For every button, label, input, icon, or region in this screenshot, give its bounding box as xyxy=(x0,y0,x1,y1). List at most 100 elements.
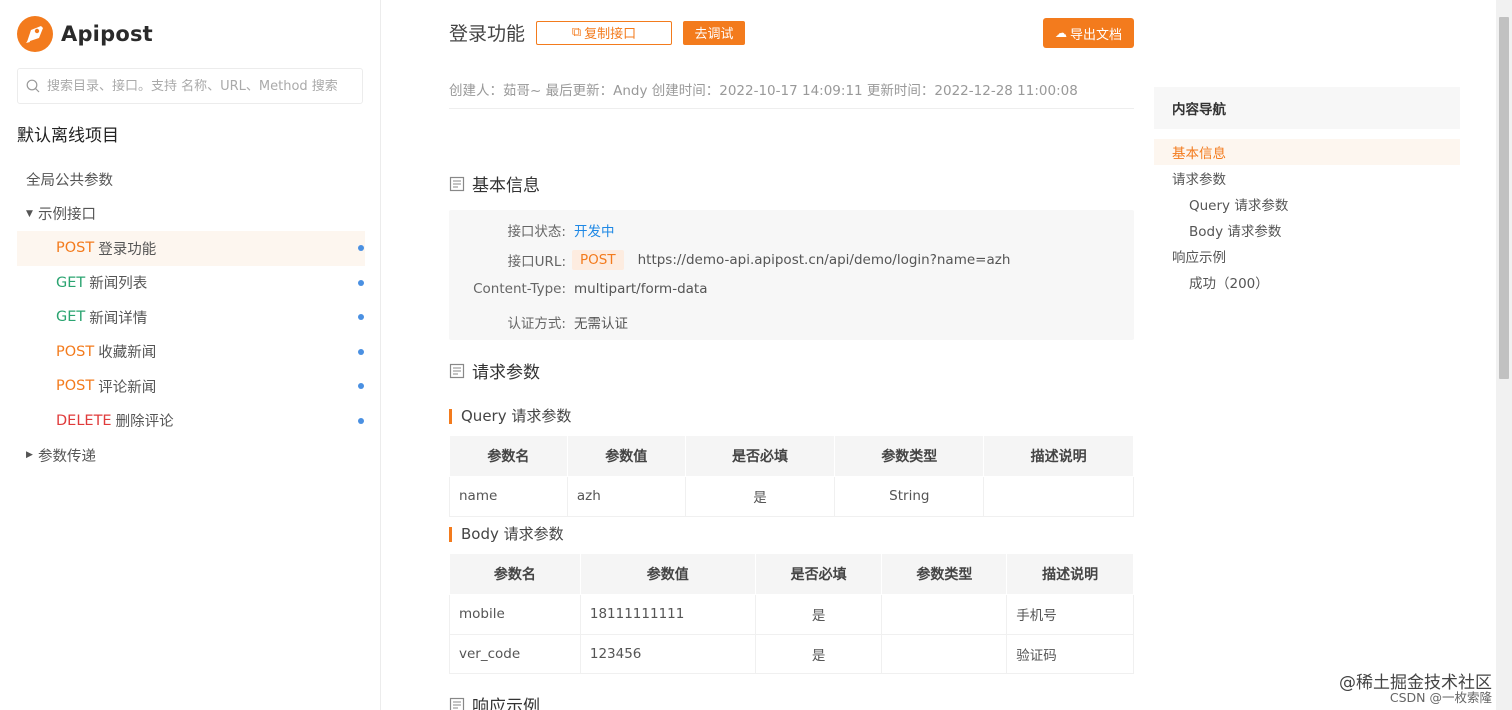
info-label: 认证方式: xyxy=(507,316,566,332)
section-request-heading: 请求参数 xyxy=(449,358,540,383)
tree-folder-examples[interactable]: ▼ 示例接口 xyxy=(17,197,365,232)
brand-name: Apipost xyxy=(61,22,153,46)
status-dot xyxy=(358,279,364,286)
info-row-url: 接口URL: POST https://demo-api.apipost.cn/… xyxy=(449,250,1134,270)
tree-item-global-params[interactable]: 全局公共参数 xyxy=(17,162,365,197)
tree-item-label: 全局公共参数 xyxy=(26,172,113,189)
caret-down-icon[interactable]: ▼ xyxy=(26,209,38,219)
endpoint-name: 评论新闻 xyxy=(98,379,157,396)
status-dot xyxy=(358,314,364,321)
tree-folder-label: 示例接口 xyxy=(38,207,96,224)
section-basic-heading: 基本信息 xyxy=(449,171,540,196)
method-label: DELETE xyxy=(56,412,112,429)
brand[interactable]: Apipost xyxy=(17,16,153,52)
param-desc: 验证码 xyxy=(1006,633,1134,674)
method-label: GET xyxy=(56,274,86,291)
param-value: azh xyxy=(566,476,686,517)
toc-item-basic-info[interactable]: 基本信息 xyxy=(1154,139,1460,165)
method-label: POST xyxy=(56,343,95,360)
toc-item-body-params[interactable]: Body 请求参数 xyxy=(1154,217,1460,243)
api-tree: 全局公共参数 ▼ 示例接口 POST 登录功能 GET 新闻列表 GET 新闻详… xyxy=(17,162,365,473)
debug-button[interactable]: 去调试 xyxy=(683,20,746,45)
column-header: 参数值 xyxy=(579,553,756,595)
method-label: POST xyxy=(56,240,95,257)
tree-item-delete-comment[interactable]: DELETE 删除评论 xyxy=(17,404,365,439)
info-row-status: 接口状态: 开发中 xyxy=(449,220,1134,240)
table-row: mobile 18111111111 是 手机号 xyxy=(449,594,1134,635)
tree-item-news-list[interactable]: GET 新闻列表 xyxy=(17,266,365,301)
column-header: 参数类型 xyxy=(834,435,985,477)
table-row: name azh 是 String xyxy=(449,476,1134,517)
tree-item-login[interactable]: POST 登录功能 xyxy=(17,231,365,266)
info-label: Content-Type: xyxy=(473,281,566,297)
url-value[interactable]: https://demo-api.apipost.cn/api/demo/log… xyxy=(638,252,1011,268)
content-type-value: multipart/form-data xyxy=(574,281,708,297)
column-header: 是否必填 xyxy=(754,553,883,595)
param-required: 是 xyxy=(684,476,836,517)
search-box[interactable] xyxy=(17,68,363,104)
info-row-auth: 认证方式: 无需认证 xyxy=(449,312,1134,332)
column-header: 参数类型 xyxy=(881,553,1008,595)
toc-item-response-example[interactable]: 响应示例 xyxy=(1154,243,1460,269)
query-params-table: 参数名 参数值 是否必填 参数类型 描述说明 name azh 是 String xyxy=(449,435,1134,517)
scrollbar-thumb[interactable] xyxy=(1499,17,1509,379)
tree-item-comment-news[interactable]: POST 评论新闻 xyxy=(17,369,365,404)
toc-item-query-params[interactable]: Query 请求参数 xyxy=(1154,191,1460,217)
param-value: 18111111111 xyxy=(579,594,756,635)
body-params-table: 参数名 参数值 是否必填 参数类型 描述说明 mobile 1811111111… xyxy=(449,553,1134,674)
search-icon xyxy=(26,79,40,93)
basic-info-box: 接口状态: 开发中 接口URL: POST https://demo-api.a… xyxy=(449,210,1134,340)
param-type xyxy=(881,594,1008,635)
method-badge: POST xyxy=(572,250,624,270)
endpoint-name: 新闻详情 xyxy=(89,310,148,327)
section-title: 响应示例 xyxy=(472,697,540,710)
param-type: String xyxy=(834,476,985,517)
export-label: 导出文档 xyxy=(1069,27,1122,43)
caret-right-icon[interactable]: ▶ xyxy=(26,450,38,460)
page-title: 登录功能 xyxy=(449,23,526,45)
param-name: mobile xyxy=(449,594,581,635)
section-response-heading: 响应示例 xyxy=(449,692,540,710)
column-header: 参数值 xyxy=(566,435,686,477)
column-header: 参数名 xyxy=(449,435,568,477)
query-params-heading: Query 请求参数 xyxy=(449,409,571,424)
param-type xyxy=(881,633,1008,674)
status-dot xyxy=(358,417,364,424)
section-title: 请求参数 xyxy=(472,363,540,383)
section-title: 基本信息 xyxy=(472,176,540,196)
status-value: 开发中 xyxy=(574,224,615,240)
tree-item-news-detail[interactable]: GET 新闻详情 xyxy=(17,300,365,335)
tree-item-favorite-news[interactable]: POST 收藏新闻 xyxy=(17,335,365,370)
tree-folder-params[interactable]: ▶ 参数传递 xyxy=(17,438,365,473)
page-scrollbar[interactable] xyxy=(1496,0,1512,710)
param-value: 123456 xyxy=(579,633,756,674)
table-header-row: 参数名 参数值 是否必填 参数类型 描述说明 xyxy=(449,553,1134,595)
copy-api-button[interactable]: ⧉ 复制接口 xyxy=(536,20,673,45)
status-dot xyxy=(358,383,364,390)
column-header: 参数名 xyxy=(449,553,581,595)
project-title: 默认离线项目 xyxy=(17,126,119,146)
auth-value: 无需认证 xyxy=(574,316,628,332)
param-name: ver_code xyxy=(449,633,581,674)
copy-icon: ⧉ xyxy=(571,25,582,40)
column-header: 是否必填 xyxy=(684,435,836,477)
table-row: ver_code 123456 是 验证码 xyxy=(449,633,1134,674)
toc-item-request-params[interactable]: 请求参数 xyxy=(1154,165,1460,191)
status-dot xyxy=(358,245,364,252)
status-dot xyxy=(358,348,364,355)
endpoint-name: 收藏新闻 xyxy=(98,345,157,362)
param-name: name xyxy=(449,476,568,517)
tree-folder-label: 参数传递 xyxy=(38,448,96,465)
param-required: 是 xyxy=(754,594,883,635)
param-desc xyxy=(983,476,1134,517)
info-row-content-type: Content-Type: multipart/form-data xyxy=(449,281,1134,297)
meta-info: 创建人：茹哥~ 最后更新：Andy 创建时间：2022-10-17 14:09:… xyxy=(449,83,1078,99)
content-navigation: 内容导航 基本信息 请求参数 Query 请求参数 Body 请求参数 响应示例… xyxy=(1154,87,1460,295)
endpoint-name: 删除评论 xyxy=(115,414,174,431)
export-doc-button[interactable]: ☁ 导出文档 xyxy=(1043,18,1134,48)
toc-item-success-200[interactable]: 成功（200） xyxy=(1154,269,1460,295)
column-header: 描述说明 xyxy=(983,435,1134,477)
copy-label: 复制接口 xyxy=(584,27,637,42)
search-input[interactable] xyxy=(47,78,347,94)
param-required: 是 xyxy=(754,633,883,674)
